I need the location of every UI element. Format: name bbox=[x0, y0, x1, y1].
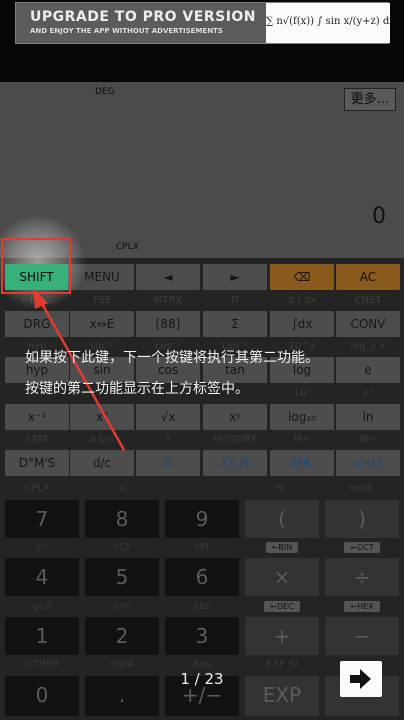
arrow-right-icon bbox=[350, 669, 371, 689]
tutorial-text-line1: 如果按下此键，下一个按键将执行其第二功能。 bbox=[25, 350, 319, 366]
tutorial-text-line2: 按键的第二功能显示在上方标签中。 bbox=[25, 381, 249, 397]
next-page-button[interactable] bbox=[340, 661, 382, 697]
